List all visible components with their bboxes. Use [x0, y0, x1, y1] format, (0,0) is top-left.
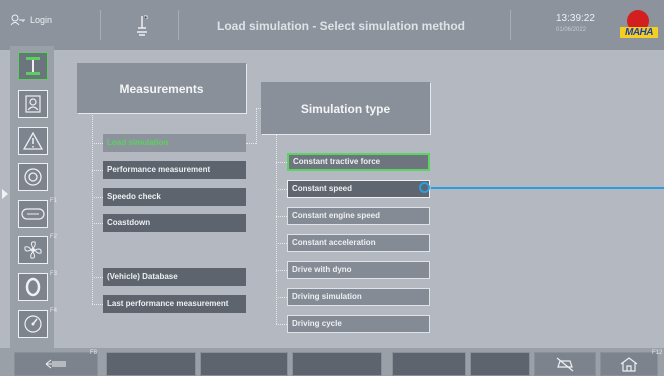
tree-branch: [276, 189, 287, 190]
header-divider: [178, 10, 179, 40]
f12-key-label: F12: [652, 350, 663, 356]
bottom-function-bar: F8 F12: [0, 348, 664, 376]
tree-branch: [276, 297, 287, 298]
function-button-5[interactable]: [470, 352, 530, 376]
clock-time: 13:39:22: [556, 13, 595, 24]
speedometer-icon: [24, 315, 42, 333]
fan-icon: [24, 241, 42, 259]
page-title: Load simulation - Select simulation meth…: [216, 19, 466, 33]
login-button[interactable]: Login: [10, 14, 52, 26]
f4-key-label: F4: [50, 308, 58, 314]
measurement-item-last-performance[interactable]: Last performance measurement: [103, 295, 246, 313]
brake-disc-icon: [24, 168, 42, 186]
header-divider: [100, 10, 101, 40]
warning-icon: [23, 132, 43, 150]
function-button-4[interactable]: [392, 352, 466, 376]
simulation-item-constant-acceleration[interactable]: Constant acceleration: [287, 234, 430, 252]
login-label: Login: [30, 15, 53, 25]
tree-branch: [276, 162, 287, 163]
header-divider: [510, 10, 511, 40]
simulation-panel-title: Simulation type: [261, 82, 430, 134]
tool-sidebar: F1 F2 F3 F4: [10, 46, 58, 348]
back-button[interactable]: [14, 352, 98, 376]
obd-button[interactable]: [18, 200, 48, 228]
tree-branch: [276, 324, 287, 325]
callout-pointer-line: [431, 187, 664, 189]
tree-branch: [92, 277, 103, 278]
simulation-item-driving-simulation[interactable]: Driving simulation: [287, 288, 430, 306]
fan-button[interactable]: [18, 236, 48, 264]
tree-branch: [276, 270, 287, 271]
tire-button[interactable]: [18, 273, 48, 301]
no-vehicle-icon: [556, 357, 574, 372]
user-key-icon: [10, 14, 25, 26]
callout-pointer-dot: [419, 182, 430, 193]
tree-branch: [92, 197, 103, 198]
warning-button[interactable]: [18, 127, 48, 155]
connector-line: [256, 108, 257, 144]
function-button-2[interactable]: [200, 352, 288, 376]
tire-icon: [25, 277, 41, 297]
speed-button[interactable]: [18, 310, 48, 338]
simulation-item-constant-speed[interactable]: Constant speed: [287, 180, 430, 198]
function-button-1[interactable]: [106, 352, 196, 376]
home-button[interactable]: [600, 352, 658, 376]
f8-key-label: F8: [90, 350, 98, 356]
simulation-item-constant-engine-speed[interactable]: Constant engine speed: [287, 207, 430, 225]
f3-key-label: F3: [50, 271, 58, 277]
tree-branch: [92, 304, 103, 305]
measurements-tree-line: [92, 113, 93, 304]
brake-button[interactable]: [18, 163, 48, 191]
tree-branch: [276, 243, 287, 244]
logo-text: MAHA: [620, 27, 658, 38]
f2-key-label: F2: [50, 234, 58, 240]
clock-date: 01/06/2022: [556, 27, 587, 33]
vehicle-data-button[interactable]: [18, 90, 48, 118]
measurement-item-coastdown[interactable]: Coastdown: [103, 214, 246, 232]
roller-dyno-button[interactable]: [18, 52, 48, 80]
tree-branch: [276, 216, 287, 217]
measurement-item-vehicle-database[interactable]: (Vehicle) Database: [103, 268, 246, 286]
tree-branch: [92, 143, 103, 144]
measurements-panel-title: Measurements: [77, 63, 246, 113]
tree-branch: [92, 223, 103, 224]
home-icon: [620, 357, 638, 372]
obd-icon: [21, 208, 45, 220]
dyno-icon: [137, 15, 148, 36]
document-user-icon: [25, 95, 41, 113]
measurement-item-load-simulation[interactable]: Load simulation: [103, 134, 246, 152]
simulation-item-constant-tractive-force[interactable]: Constant tractive force: [287, 153, 430, 171]
maha-logo: MAHA: [620, 10, 658, 40]
measurement-item-speedo-check[interactable]: Speedo check: [103, 188, 246, 206]
connector-line: [246, 143, 256, 144]
no-vehicle-button[interactable]: [534, 352, 596, 376]
simulation-item-drive-with-dyno[interactable]: Drive with dyno: [287, 261, 430, 279]
function-button-3[interactable]: [292, 352, 382, 376]
roller-dyno-icon: [26, 57, 40, 75]
header-bar: Login Load simulation - Select simulatio…: [0, 0, 664, 50]
back-arrow-icon: [45, 359, 66, 369]
f1-key-label: F1: [50, 198, 58, 204]
measurement-item-performance[interactable]: Performance measurement: [103, 161, 246, 179]
simulation-item-driving-cycle[interactable]: Driving cycle: [287, 315, 430, 333]
sidebar-collapse-arrow[interactable]: [2, 189, 8, 199]
tree-branch: [92, 170, 103, 171]
